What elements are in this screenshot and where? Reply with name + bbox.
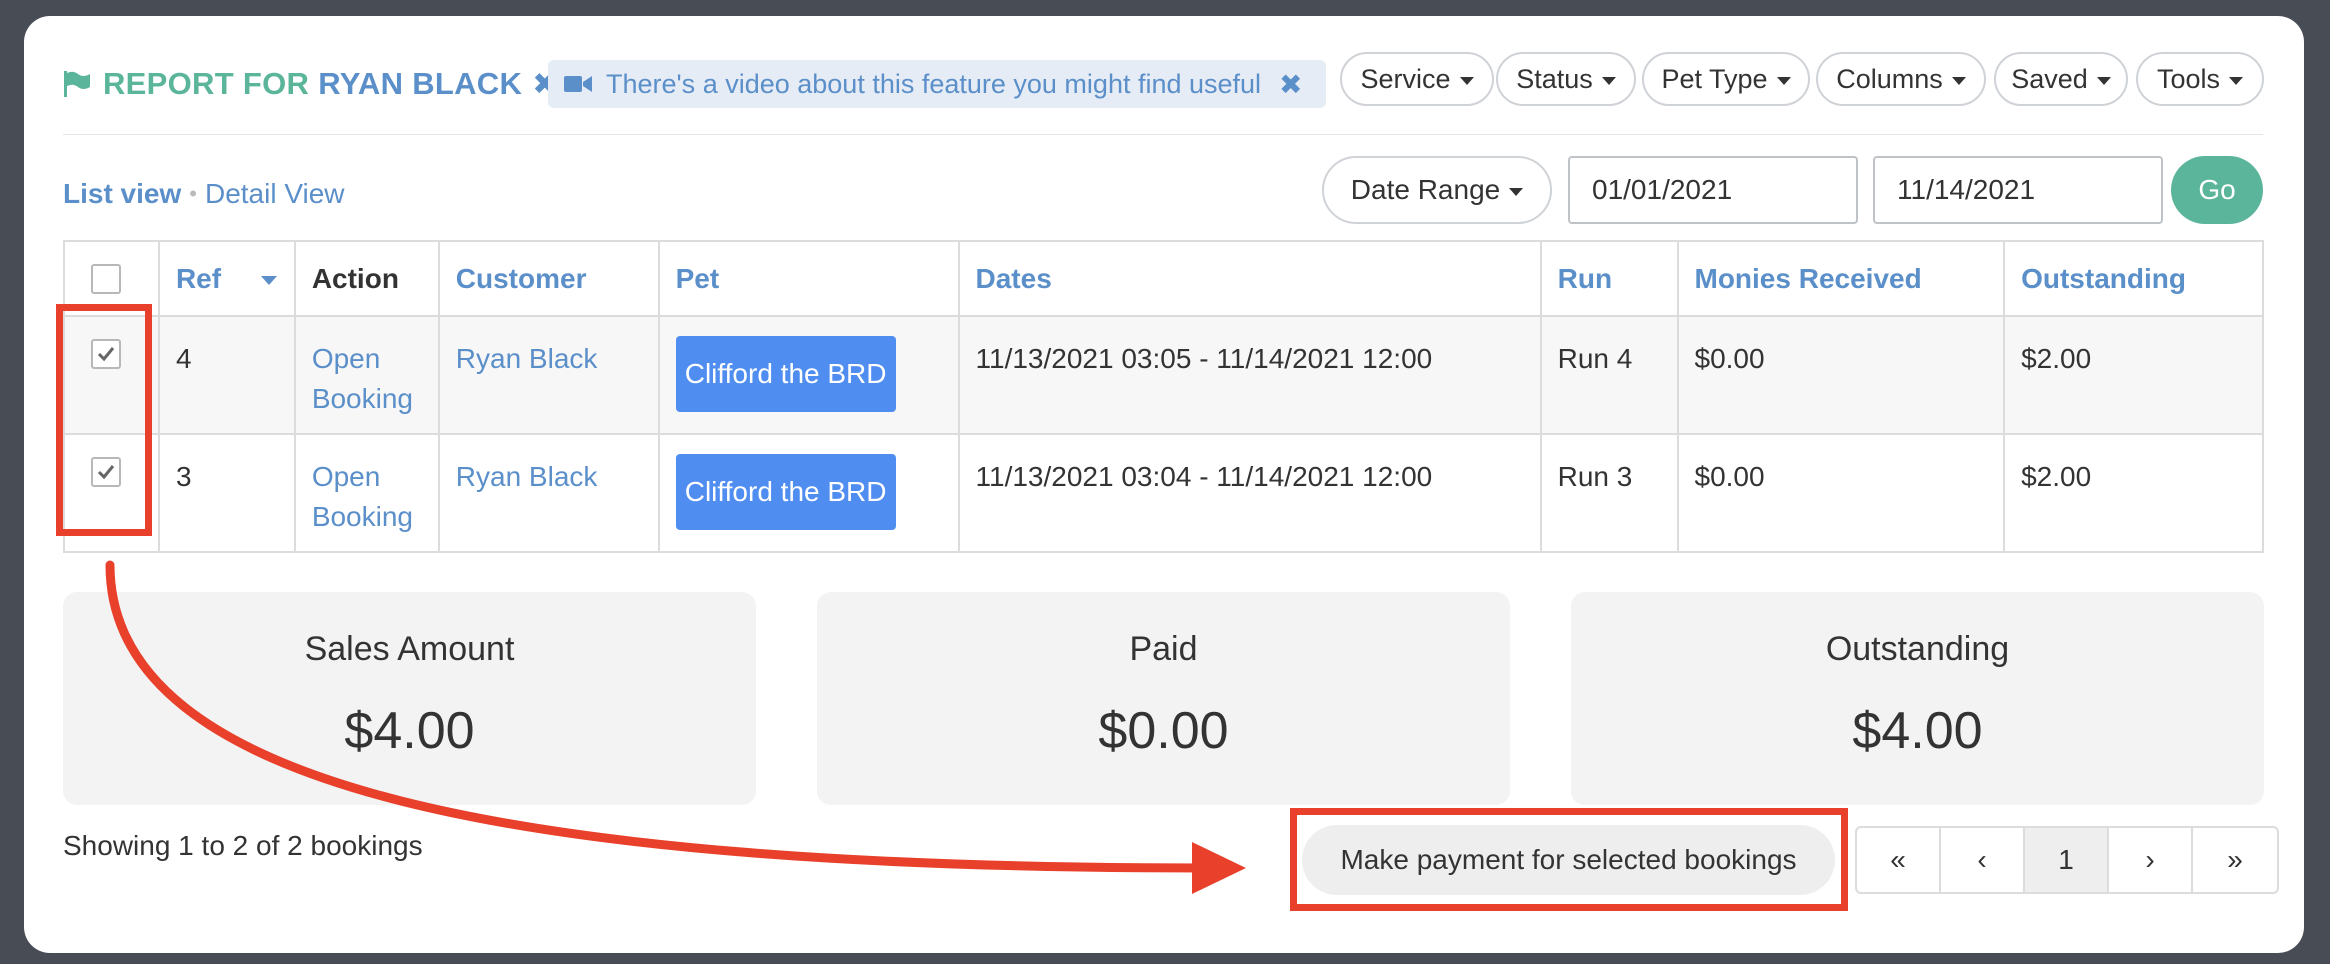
annotation-arrow: [105, 560, 1246, 894]
